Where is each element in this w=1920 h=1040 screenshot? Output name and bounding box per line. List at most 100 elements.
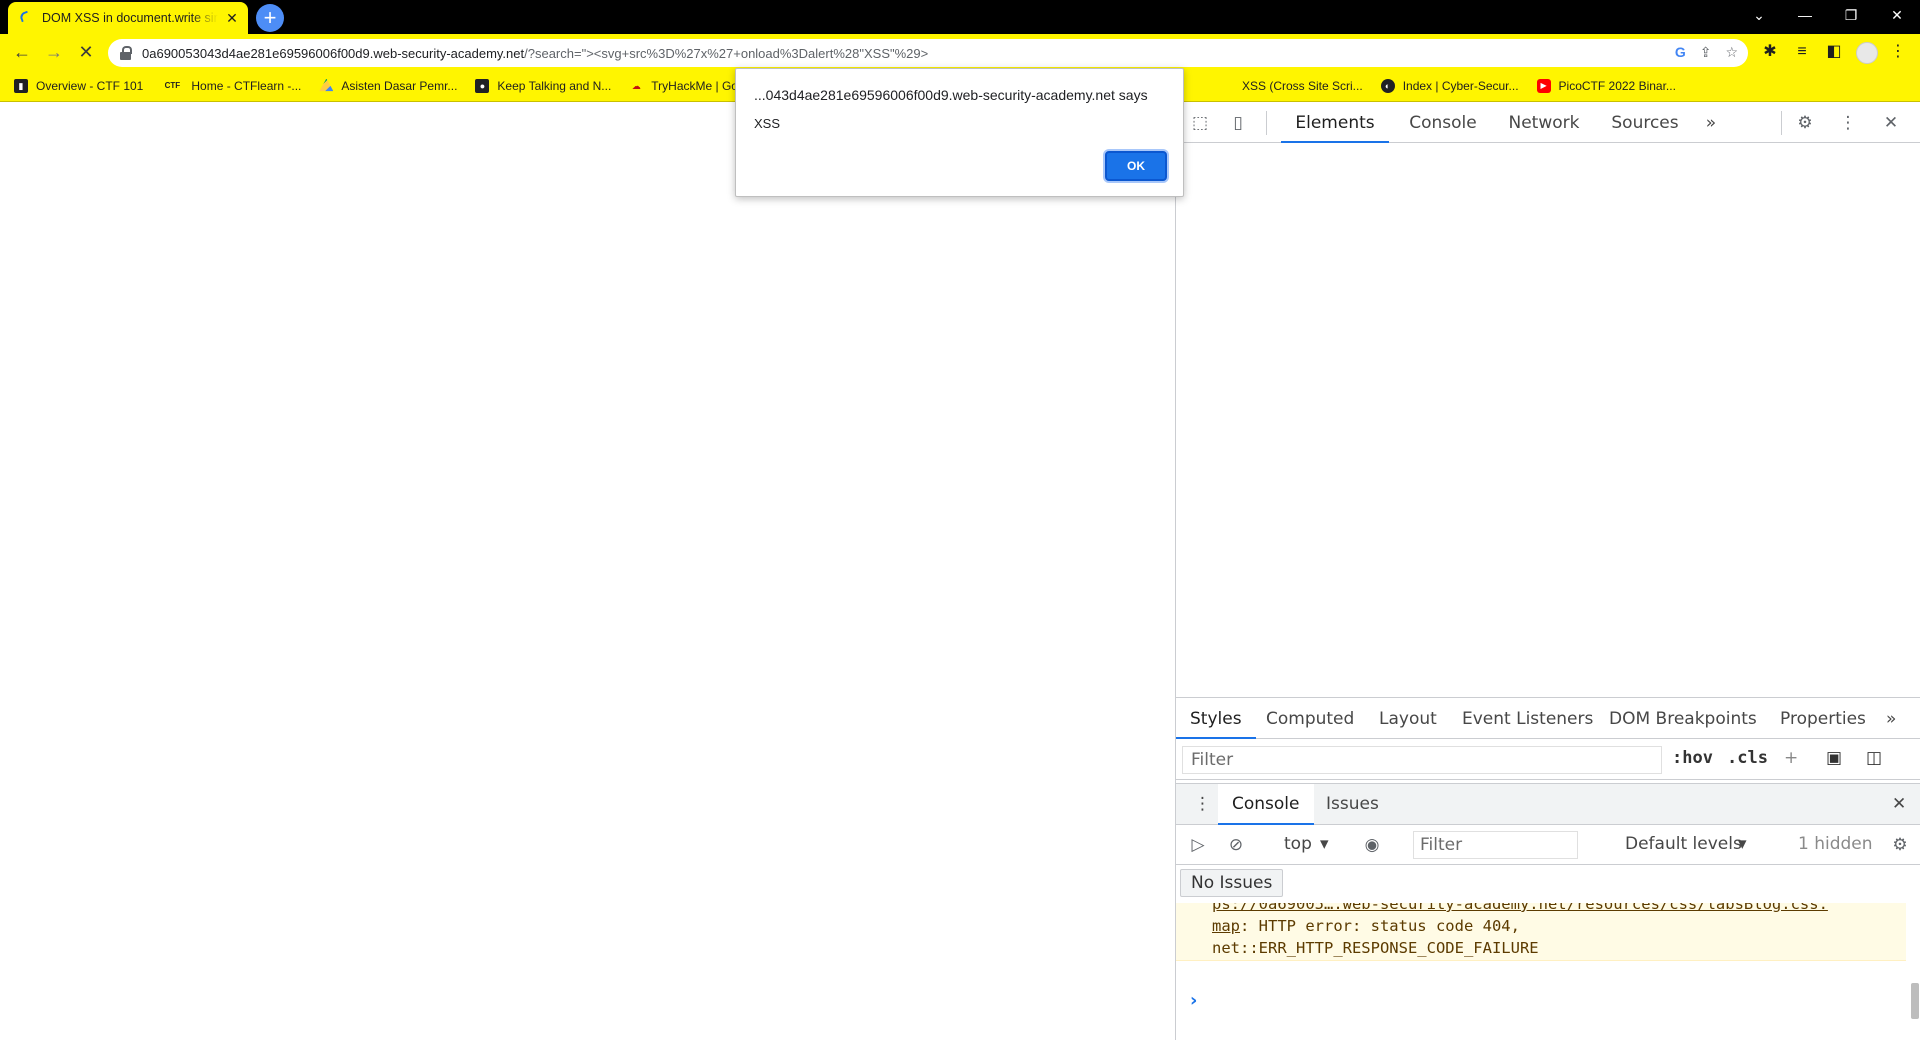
drawer-menu-icon[interactable]: ⋮ bbox=[1194, 784, 1211, 825]
forward-arrow-icon[interactable]: → bbox=[40, 38, 68, 66]
side-panel-icon[interactable]: ◧ bbox=[1822, 40, 1846, 64]
dialog-message: XSS bbox=[754, 116, 781, 131]
page-viewport bbox=[0, 103, 1175, 1040]
styles-tabbar: Styles Computed Layout Event Listeners D… bbox=[1176, 699, 1920, 739]
devtools-tabbar: ⬚ ▯ Elements Console Network Sources » ⚙… bbox=[1176, 103, 1920, 143]
more-tabs-chevron-icon[interactable]: » bbox=[1886, 699, 1896, 739]
google-lens-icon[interactable]: G bbox=[1675, 44, 1686, 61]
restore-button[interactable]: ❐ bbox=[1828, 0, 1874, 30]
console-toolbar: ▷ ⊘ top ▾ ◉ Filter Default levels ▾ 1 hi… bbox=[1176, 825, 1920, 865]
log-levels-dropdown[interactable]: Default levels bbox=[1625, 834, 1742, 854]
bookmark-item[interactable]: ▮ Overview - CTF 101 bbox=[14, 78, 143, 93]
bomb-icon: ● bbox=[475, 78, 490, 93]
new-tab-button[interactable]: + bbox=[256, 4, 284, 32]
tab-network[interactable]: Network bbox=[1498, 103, 1590, 143]
drawer-tab-issues[interactable]: Issues bbox=[1326, 784, 1379, 825]
tab-dom-breakpoints[interactable]: DOM Breakpoints bbox=[1609, 699, 1757, 739]
console-message-error-code: net::ERR_HTTP_RESPONSE_CODE_FAILURE bbox=[1212, 939, 1539, 957]
bookmark-item[interactable]: CTF Home - CTFlearn -... bbox=[161, 79, 302, 93]
tab-properties[interactable]: Properties bbox=[1780, 699, 1866, 739]
more-tabs-chevron-icon[interactable]: » bbox=[1696, 103, 1726, 143]
tab-computed[interactable]: Computed bbox=[1266, 699, 1354, 739]
cls-toggle[interactable]: .cls bbox=[1727, 748, 1768, 768]
tryhackme-icon: ☁ bbox=[631, 80, 641, 91]
devtools-panel: ⬚ ▯ Elements Console Network Sources » ⚙… bbox=[1175, 103, 1920, 1040]
stop-loading-icon[interactable]: ✕ bbox=[72, 38, 100, 66]
scrollbar-thumb[interactable] bbox=[1911, 983, 1919, 1019]
bookmark-star-icon[interactable]: ☆ bbox=[1725, 44, 1738, 61]
styles-filter-input[interactable]: Filter bbox=[1182, 746, 1662, 774]
close-drawer-icon[interactable]: ✕ bbox=[1892, 784, 1906, 825]
back-arrow-icon[interactable]: ← bbox=[8, 38, 36, 66]
close-icon[interactable]: ✕ bbox=[224, 10, 240, 26]
tab-layout[interactable]: Layout bbox=[1379, 699, 1437, 739]
new-style-rule-plus-icon[interactable]: + bbox=[1784, 748, 1798, 768]
tab-styles[interactable]: Styles bbox=[1176, 699, 1256, 739]
tab-title: DOM XSS in document.write sink bbox=[42, 11, 218, 25]
alert-dialog: ...043d4ae281e69596006f00d9.web-security… bbox=[735, 68, 1184, 197]
browser-toolbar: ← → ✕ 0a690053043d4ae281e69596006f00d9.w… bbox=[0, 34, 1920, 70]
bookmark-item[interactable]: ● Keep Talking and N... bbox=[475, 78, 611, 93]
loading-icon bbox=[16, 10, 32, 26]
console-message-link[interactable]: map bbox=[1212, 917, 1240, 935]
console-prompt-chevron-icon[interactable]: › bbox=[1190, 990, 1197, 1011]
console-gear-icon[interactable]: ⚙ bbox=[1888, 833, 1912, 857]
rendering-emulation-icon[interactable]: ▣ bbox=[1826, 748, 1842, 768]
lock-icon[interactable] bbox=[120, 46, 132, 60]
issues-badge[interactable]: No Issues bbox=[1180, 869, 1284, 897]
drawer-tabbar: ⋮ Console Issues ✕ bbox=[1176, 783, 1920, 825]
browser-titlebar: DOM XSS in document.write sink ✕ + ⌄ — ❐… bbox=[0, 0, 1920, 34]
console-message-url[interactable]: ps://0a69005….web-security-academy.net/r… bbox=[1212, 903, 1906, 915]
ok-button[interactable]: OK bbox=[1105, 151, 1167, 181]
context-selector[interactable]: top bbox=[1284, 834, 1312, 854]
divider bbox=[1781, 111, 1782, 135]
tab-elements[interactable]: Elements bbox=[1281, 103, 1389, 143]
url-path: /?search="><svg+src%3D%27x%27+onload%3Da… bbox=[524, 45, 929, 61]
console-warning-message: ps://0a69005….web-security-academy.net/r… bbox=[1176, 903, 1906, 961]
tab-event-listeners[interactable]: Event Listeners bbox=[1462, 699, 1593, 739]
elements-tree[interactable] bbox=[1176, 144, 1920, 698]
styles-filter-row: Filter :hov .cls + ▣ ◫ bbox=[1176, 740, 1920, 780]
ctf-icon: CTF bbox=[164, 80, 181, 90]
drive-icon bbox=[319, 78, 334, 92]
levels-dropdown-icon[interactable]: ▾ bbox=[1738, 834, 1747, 854]
share-icon[interactable]: ⇪ bbox=[1700, 44, 1712, 61]
profile-avatar[interactable] bbox=[1856, 42, 1878, 64]
hov-toggle[interactable]: :hov bbox=[1672, 748, 1713, 768]
show-sidebar-icon[interactable]: ▷ bbox=[1186, 833, 1210, 857]
kebab-menu-icon[interactable]: ⋮ bbox=[1836, 111, 1860, 135]
toggle-sidebar-icon[interactable]: ◫ bbox=[1866, 748, 1882, 768]
minimize-button[interactable]: — bbox=[1782, 0, 1828, 30]
clear-console-icon[interactable]: ⊘ bbox=[1224, 833, 1248, 857]
media-queue-icon[interactable]: ≡ bbox=[1790, 40, 1814, 64]
gear-icon[interactable]: ⚙ bbox=[1793, 111, 1817, 135]
bookmark-item[interactable]: XSS (Cross Site Scri... bbox=[1242, 79, 1363, 93]
tab-sources[interactable]: Sources bbox=[1600, 103, 1690, 143]
console-message-text: : HTTP error: status code 404, bbox=[1240, 917, 1520, 935]
browser-tab-active[interactable]: DOM XSS in document.write sink ✕ bbox=[8, 2, 248, 34]
url-host: 0a690053043d4ae281e69596006f00d9.web-sec… bbox=[142, 45, 525, 61]
globe-icon: ◐ bbox=[1380, 78, 1395, 93]
console-filter-input[interactable]: Filter bbox=[1413, 831, 1578, 859]
context-dropdown-icon[interactable]: ▾ bbox=[1320, 834, 1329, 854]
tab-search-chevron-down-icon[interactable]: ⌄ bbox=[1736, 0, 1782, 30]
bookmark-item[interactable]: ▶ PicoCTF 2022 Binar... bbox=[1536, 78, 1676, 93]
device-toolbar-icon[interactable]: ▯ bbox=[1226, 111, 1250, 135]
tab-console[interactable]: Console bbox=[1398, 103, 1488, 143]
divider bbox=[1266, 111, 1267, 135]
window-close-button[interactable]: ✕ bbox=[1874, 0, 1920, 30]
menu-kebab-icon[interactable]: ⋮ bbox=[1886, 40, 1910, 64]
live-expression-eye-icon[interactable]: ◉ bbox=[1360, 833, 1384, 857]
drawer-tab-console[interactable]: Console bbox=[1218, 784, 1314, 825]
youtube-icon: ▶ bbox=[1536, 78, 1551, 93]
inspect-element-icon[interactable]: ⬚ bbox=[1188, 111, 1212, 135]
address-bar[interactable]: 0a690053043d4ae281e69596006f00d9.web-sec… bbox=[108, 39, 1748, 67]
close-devtools-icon[interactable]: ✕ bbox=[1879, 111, 1903, 135]
bookmark-item[interactable]: Asisten Dasar Pemr... bbox=[319, 78, 457, 93]
extensions-puzzle-icon[interactable]: ✱ bbox=[1758, 40, 1782, 64]
hidden-count: 1 hidden bbox=[1798, 834, 1873, 854]
console-scrollbar[interactable] bbox=[1909, 903, 1920, 1040]
dialog-title: ...043d4ae281e69596006f00d9.web-security… bbox=[754, 87, 1148, 103]
bookmark-item[interactable]: ◐ Index | Cyber-Secur... bbox=[1380, 78, 1519, 93]
book-icon: ▮ bbox=[14, 78, 28, 93]
